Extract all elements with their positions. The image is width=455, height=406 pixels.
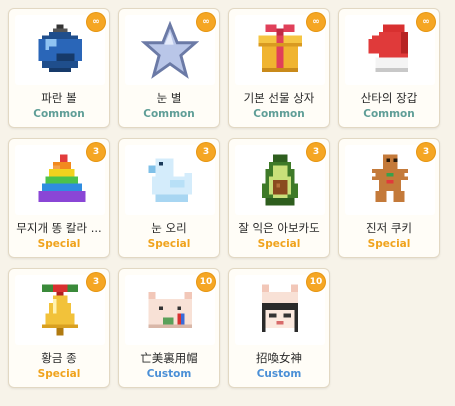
quantity-badge: 10: [197, 273, 215, 291]
quantity-badge: 3: [87, 273, 105, 291]
item-card[interactable]: 3 무지개 똥 칼라 ... Special: [8, 138, 110, 258]
item-card[interactable]: 10 亡美裏用帽 Custom: [118, 268, 220, 388]
quantity-badge: ∞: [417, 13, 435, 31]
item-card[interactable]: ∞ 파란 볼 Common: [8, 8, 110, 128]
item-card[interactable]: 10 招喚女神 Custom: [228, 268, 330, 388]
item-grid: ∞ 파란 볼 Common ∞ 눈 별 Common ∞ 기본 선물 상자 Co…: [0, 0, 455, 388]
quantity-badge: 3: [307, 143, 325, 161]
item-name: 눈 별: [156, 91, 182, 105]
quantity-badge: ∞: [87, 13, 105, 31]
item-card[interactable]: 3 눈 오리 Special: [118, 138, 220, 258]
item-rarity: Special: [147, 238, 191, 250]
item-name: 잘 익은 아보카도: [238, 221, 320, 235]
item-rarity: Common: [253, 108, 305, 120]
item-rarity: Custom: [256, 368, 302, 380]
item-name: 招喚女神: [256, 351, 302, 365]
item-name: 기본 선물 상자: [243, 91, 315, 105]
item-name: 황금 종: [41, 351, 77, 365]
item-rarity: Special: [367, 238, 411, 250]
item-rarity: Common: [143, 108, 195, 120]
item-name: 파란 볼: [41, 91, 77, 105]
quantity-badge: ∞: [307, 13, 325, 31]
item-name: 무지개 똥 칼라 ...: [16, 221, 102, 235]
item-rarity: Common: [363, 108, 415, 120]
item-card[interactable]: ∞ 기본 선물 상자 Common: [228, 8, 330, 128]
item-name: 산타의 장갑: [360, 91, 418, 105]
item-rarity: Special: [37, 368, 81, 380]
item-card[interactable]: 3 진저 쿠키 Special: [338, 138, 440, 258]
item-name: 눈 오리: [151, 221, 187, 235]
quantity-badge: 3: [417, 143, 435, 161]
item-card[interactable]: 3 잘 익은 아보카도 Special: [228, 138, 330, 258]
item-card[interactable]: ∞ 눈 별 Common: [118, 8, 220, 128]
quantity-badge: 10: [307, 273, 325, 291]
quantity-badge: 3: [197, 143, 215, 161]
item-rarity: Common: [33, 108, 85, 120]
item-card[interactable]: 3 황금 종 Special: [8, 268, 110, 388]
item-rarity: Special: [37, 238, 81, 250]
item-name: 亡美裏用帽: [140, 351, 198, 365]
item-card[interactable]: ∞ 산타의 장갑 Common: [338, 8, 440, 128]
quantity-badge: 3: [87, 143, 105, 161]
item-rarity: Custom: [146, 368, 192, 380]
quantity-badge: ∞: [197, 13, 215, 31]
item-name: 진저 쿠키: [366, 221, 412, 235]
item-rarity: Special: [257, 238, 301, 250]
